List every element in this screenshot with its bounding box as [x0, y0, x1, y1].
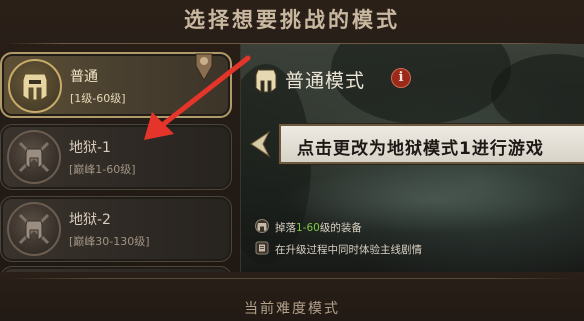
feature-text: 在升级过程中同时体验主线剧情: [275, 244, 422, 256]
current-difficulty-label: 当前难度模式: [244, 301, 340, 317]
mode-name: 地狱-1: [69, 140, 111, 156]
switch-mode-banner[interactable]: 点击更改为地狱模式1进行游戏: [279, 124, 584, 164]
mode-name: 地狱-2: [69, 212, 111, 228]
page-title: 选择想要挑战的模式: [184, 8, 400, 32]
feature-text: 掉落: [275, 222, 296, 234]
crossed-swords-helmet-icon: [7, 130, 61, 184]
helmet-icon: [255, 219, 269, 233]
mode-range: [巅峰30-130级]: [69, 235, 150, 248]
helmet-emblem-icon: [8, 59, 62, 113]
mode-detail-panel: 普通模式 i 点击更改为地狱模式1进行游戏 掉落1-60级的装备 在升级过程中同…: [240, 44, 584, 272]
footer-divider: [6, 278, 578, 279]
mode-item-hell-2[interactable]: 地狱-2 [巅峰30-130级]: [0, 196, 232, 262]
book-icon: [255, 241, 269, 255]
mode-range: [巅峰1-60级]: [69, 163, 136, 176]
feature-text: 级的装备: [319, 222, 362, 234]
detail-title: 普通模式: [285, 70, 366, 92]
crossed-swords-helmet-icon: [7, 202, 61, 256]
banner-text: 点击更改为地狱模式1进行游戏: [297, 139, 544, 159]
mode-range: [1级-60级]: [70, 92, 126, 105]
mode-select-screen: 选择想要挑战的模式 普通 [1级-60级] 地狱-1 [巅峰1-60级] 地狱-…: [0, 0, 584, 321]
mode-name: 普通: [70, 69, 98, 85]
feature-highlight: 1-60: [296, 222, 320, 234]
info-icon[interactable]: i: [391, 68, 411, 88]
annotation-arrow-icon: [144, 55, 251, 140]
